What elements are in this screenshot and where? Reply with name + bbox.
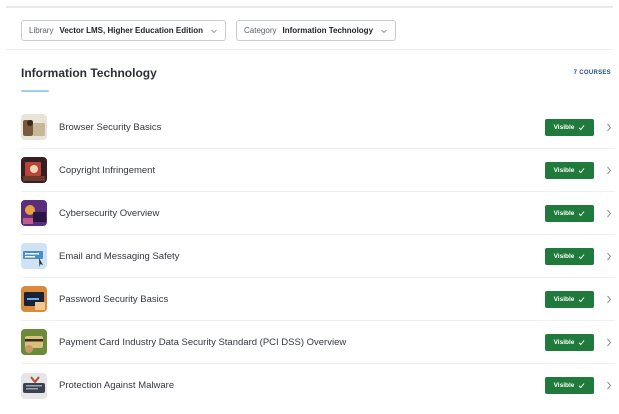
course-title: Browser Security Basics xyxy=(59,121,162,133)
course-title: Cybersecurity Overview xyxy=(59,207,160,219)
course-count: 7 COURSES xyxy=(573,70,611,76)
chevron-right-icon[interactable] xyxy=(606,252,612,261)
course-title: Copyright Infringement xyxy=(59,164,156,176)
chevron-down-icon xyxy=(210,27,218,35)
check-icon xyxy=(578,124,585,131)
chevron-right-icon[interactable] xyxy=(606,123,612,132)
course-title: Payment Card Industry Data Security Stan… xyxy=(59,336,347,348)
check-icon xyxy=(578,339,585,346)
status-badge[interactable]: Visible xyxy=(545,333,594,351)
library-dropdown-label: Library xyxy=(29,26,54,35)
course-title: Password Security Basics xyxy=(59,293,169,305)
status-label: Visible xyxy=(553,209,575,217)
status-label: Visible xyxy=(553,166,575,174)
status-badge[interactable]: Visible xyxy=(545,118,594,136)
status-badge[interactable]: Visible xyxy=(545,247,594,265)
course-title: Email and Messaging Safety xyxy=(59,250,180,262)
check-icon xyxy=(578,382,585,389)
status-label: Visible xyxy=(553,295,575,303)
status-label: Visible xyxy=(553,252,575,260)
chevron-right-icon[interactable] xyxy=(606,381,612,390)
browser-security-thumbnail xyxy=(21,114,47,140)
title-underline xyxy=(21,90,49,92)
filter-bar: Library Vector LMS, Higher Education Edi… xyxy=(21,20,397,41)
status-badge[interactable]: Visible xyxy=(545,161,594,179)
status-label: Visible xyxy=(553,123,575,131)
library-dropdown-value: Vector LMS, Higher Education Edition xyxy=(59,26,204,35)
check-icon xyxy=(578,210,585,217)
course-row[interactable]: Payment Card Industry Data Security Stan… xyxy=(21,321,615,364)
library-dropdown[interactable]: Library Vector LMS, Higher Education Edi… xyxy=(21,20,227,41)
check-icon xyxy=(578,167,585,174)
check-icon xyxy=(578,253,585,260)
category-dropdown-value: Information Technology xyxy=(282,26,374,35)
email-thumbnail xyxy=(21,243,47,269)
malware-thumbnail xyxy=(21,372,47,399)
category-dropdown-label: Category xyxy=(244,26,277,35)
course-row[interactable]: Email and Messaging Safety Visible xyxy=(21,235,615,278)
status-label: Visible xyxy=(553,382,575,389)
copyright-thumbnail xyxy=(21,157,47,183)
status-label: Visible xyxy=(553,338,575,346)
course-row[interactable]: Cybersecurity Overview Visible xyxy=(21,192,615,235)
course-list: Browser Security Basics Visible Copyrigh… xyxy=(21,106,615,407)
page-title: Information Technology xyxy=(21,66,157,80)
course-row[interactable]: Browser Security Basics Visible xyxy=(21,106,615,149)
cybersecurity-thumbnail xyxy=(21,200,47,226)
chevron-right-icon[interactable] xyxy=(606,166,612,175)
check-icon xyxy=(578,296,585,303)
top-divider xyxy=(6,6,613,8)
status-badge[interactable]: Visible xyxy=(545,377,594,394)
pci-thumbnail xyxy=(21,329,47,355)
course-row[interactable]: Copyright Infringement Visible xyxy=(21,149,615,192)
chevron-right-icon[interactable] xyxy=(606,295,612,304)
course-row[interactable]: Password Security Basics Visible xyxy=(21,278,615,321)
password-thumbnail xyxy=(21,286,47,312)
section-divider xyxy=(6,49,613,50)
chevron-right-icon[interactable] xyxy=(606,209,612,218)
category-dropdown[interactable]: Category Information Technology xyxy=(236,20,397,41)
course-row[interactable]: Protection Against Malware Visible xyxy=(21,364,615,407)
status-badge[interactable]: Visible xyxy=(545,290,594,308)
chevron-down-icon xyxy=(380,27,388,35)
chevron-right-icon[interactable] xyxy=(606,338,612,347)
course-title: Protection Against Malware xyxy=(59,380,175,391)
status-badge[interactable]: Visible xyxy=(545,204,594,222)
